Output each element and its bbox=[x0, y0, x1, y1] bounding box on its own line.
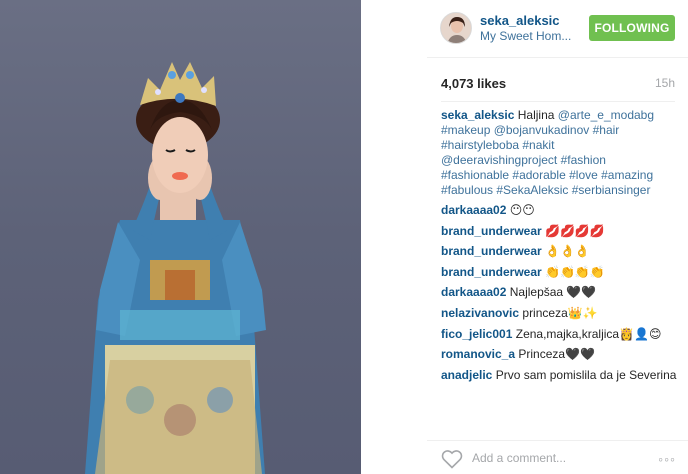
comment-item: romanovic_a Princeza🖤🖤 bbox=[441, 347, 681, 362]
caption-line[interactable]: @deeravishingproject #fashion bbox=[441, 153, 681, 168]
comment-text: Najlepšaa 🖤🖤 bbox=[509, 285, 597, 300]
post-location[interactable]: My Sweet Hom... bbox=[480, 29, 571, 43]
add-comment-input[interactable]: Add a comment... bbox=[472, 451, 566, 465]
comment-item: darkaaaa02 😶😶 bbox=[441, 203, 681, 218]
comments-list: seka_aleksic Haljina @arte_e_modabg #mak… bbox=[441, 108, 681, 388]
comment-username[interactable]: nelazivanovic bbox=[441, 306, 519, 320]
caption-username[interactable]: seka_aleksic bbox=[441, 108, 514, 122]
caption-line: seka_aleksic Haljina @arte_e_modabg bbox=[441, 108, 681, 123]
post-meta: 4,073 likes 15h bbox=[441, 76, 675, 96]
comment-text: Zena,majka,kraljica👸👤😊 bbox=[515, 326, 662, 341]
comment-item: brand_underwear 👏👏👏👏 bbox=[441, 265, 681, 280]
comment-username[interactable]: brand_underwear bbox=[441, 224, 542, 238]
comment-text: 😶😶 bbox=[509, 203, 535, 217]
likes-count[interactable]: 4,073 likes bbox=[441, 76, 506, 91]
post-details-panel: seka_aleksic My Sweet Hom... FOLLOWING 4… bbox=[427, 0, 688, 474]
post-caption: seka_aleksic Haljina @arte_e_modabg #mak… bbox=[441, 108, 681, 198]
comment-item: fico_jelic001 Zena,majka,kraljica👸👤😊 bbox=[441, 327, 681, 342]
comment-item: nelazivanovic princeza👑✨ bbox=[441, 306, 681, 321]
comment-item: brand_underwear 💋💋💋💋 bbox=[441, 224, 681, 239]
comment-username[interactable]: romanovic_a bbox=[441, 347, 515, 361]
post-time[interactable]: 15h bbox=[655, 76, 675, 90]
post-username[interactable]: seka_aleksic bbox=[480, 13, 560, 28]
caption-mention[interactable]: @arte_e_modabg bbox=[558, 108, 654, 122]
comment-text: 👌👌👌 bbox=[545, 244, 590, 259]
comment-text: Prvo sam pomislila da je Severina bbox=[495, 367, 677, 382]
heart-outline-icon-svg bbox=[441, 450, 463, 469]
comment-text: 💋💋💋💋 bbox=[545, 223, 605, 238]
heart-outline-icon[interactable] bbox=[441, 449, 463, 469]
post-header: seka_aleksic My Sweet Hom... FOLLOWING bbox=[427, 0, 688, 58]
comment-username[interactable]: darkaaaa02 bbox=[441, 285, 506, 299]
caption-line[interactable]: #fabulous #SekaAleksic #serbiansinger bbox=[441, 183, 681, 198]
comment-text: 👏👏👏👏 bbox=[545, 264, 605, 279]
comment-username[interactable]: brand_underwear bbox=[441, 244, 542, 258]
comment-item: anadjelic Prvo sam pomislila da je Sever… bbox=[441, 368, 681, 383]
following-button[interactable]: FOLLOWING bbox=[589, 15, 675, 41]
post-footer: Add a comment... ◦◦◦ bbox=[427, 440, 688, 474]
comment-username[interactable]: fico_jelic001 bbox=[441, 327, 512, 341]
caption-line[interactable]: #makeup @bojanvukadinov #hair bbox=[441, 123, 681, 138]
caption-line[interactable]: #fashionable #adorable #love #amazing bbox=[441, 168, 681, 183]
avatar-image bbox=[441, 13, 471, 43]
spacer bbox=[361, 0, 427, 474]
photo-illustration bbox=[85, 62, 266, 474]
caption-line[interactable]: #hairstyleboba #nakit bbox=[441, 138, 681, 153]
comment-username[interactable]: darkaaaa02 bbox=[441, 203, 506, 217]
comment-text: princeza👑✨ bbox=[522, 305, 598, 320]
comment-username[interactable]: brand_underwear bbox=[441, 265, 542, 279]
comment-item: darkaaaa02 Najlepšaa 🖤🖤 bbox=[441, 285, 681, 300]
comment-text: Princeza🖤🖤 bbox=[518, 347, 595, 362]
comment-item: brand_underwear 👌👌👌 bbox=[441, 244, 681, 259]
divider bbox=[441, 101, 675, 102]
comment-username[interactable]: anadjelic bbox=[441, 368, 492, 382]
caption-text: Haljina bbox=[514, 108, 558, 122]
avatar[interactable] bbox=[440, 12, 472, 44]
ellipsis-icon[interactable]: ◦◦◦ bbox=[658, 451, 676, 467]
post-photo[interactable] bbox=[0, 0, 361, 474]
